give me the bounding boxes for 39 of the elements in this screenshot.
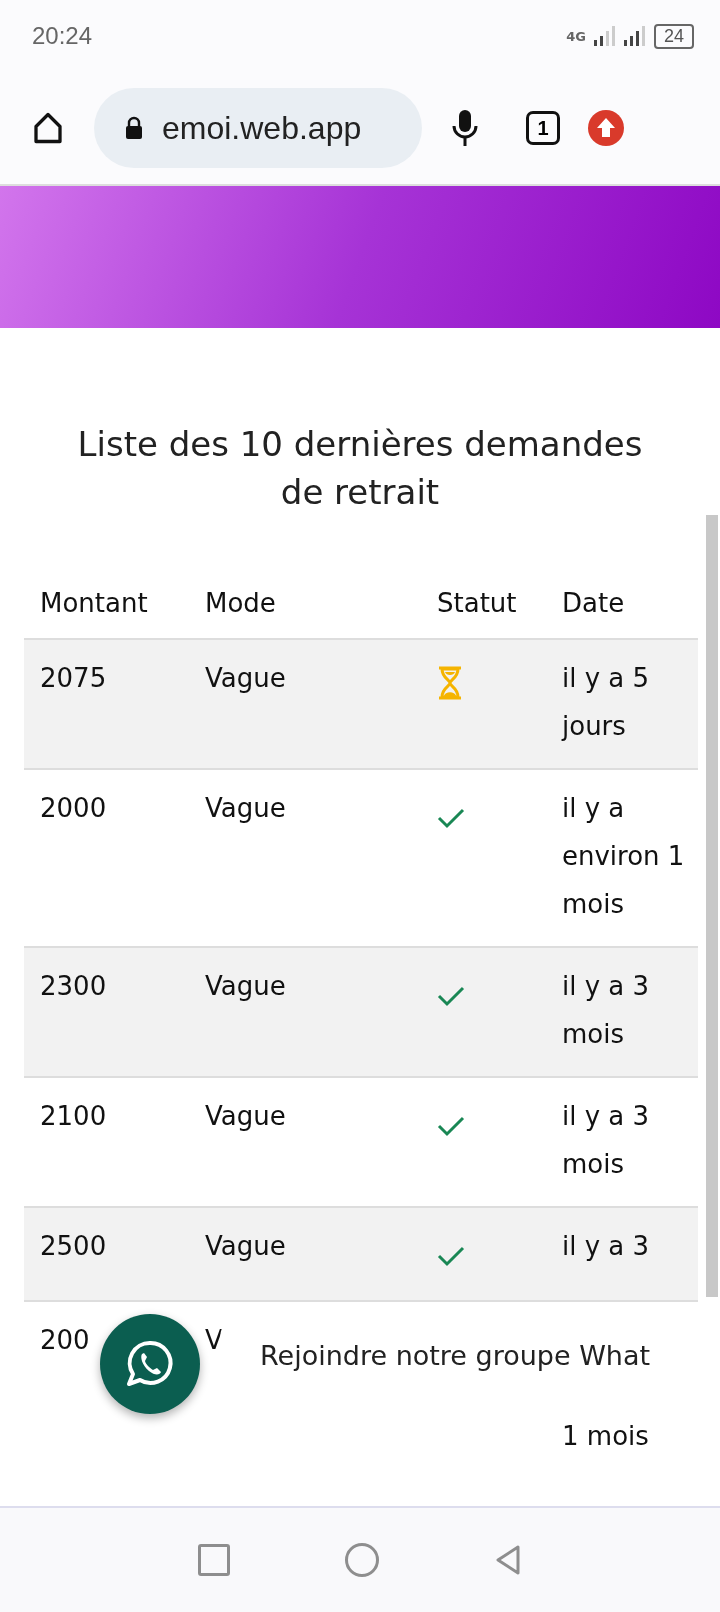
home-button[interactable] (345, 1543, 379, 1577)
table-cell: il y a environ 1 mois (562, 793, 685, 919)
table-cell: V (205, 1325, 223, 1355)
table-cell: Vague (205, 971, 286, 1001)
column-header: Date (546, 576, 698, 639)
table-cell: 2000 (40, 793, 107, 823)
table-cell: 1 mois (562, 1421, 649, 1451)
table-cell: Vague (205, 1231, 286, 1261)
back-icon[interactable] (494, 1544, 523, 1576)
lock-icon (124, 116, 144, 140)
table-cell: il y a 5 jours (562, 663, 650, 741)
microphone-icon[interactable] (450, 108, 480, 148)
recents-icon[interactable] (197, 1544, 230, 1576)
page-title: Liste des 10 dernières demandes de retrait (76, 423, 644, 514)
table-cell: Vague (205, 663, 286, 693)
banner-text: Rejoindre notre groupe What (260, 1339, 651, 1371)
table-cell: 2300 (40, 971, 107, 1001)
signal-icon (593, 26, 616, 46)
column-header: Montant (24, 576, 189, 639)
table-cell: Vague (205, 793, 286, 823)
column-header: Mode (189, 576, 421, 639)
table-cell: 2100 (40, 1101, 107, 1131)
table-cell: 2500 (40, 1231, 107, 1261)
table-cell: il y a 3 (562, 1231, 650, 1261)
column-header: Statut (421, 576, 546, 639)
battery-indicator: 24 (653, 23, 694, 49)
whatsapp-icon (125, 1339, 175, 1389)
signal-icon (623, 26, 646, 46)
address-bar[interactable]: emoi.web.app (94, 88, 422, 168)
table-cell: il y a 3 mois (562, 971, 650, 1049)
table-cell: Vague (205, 1101, 286, 1131)
table-cell: il y a 3 mois (562, 1101, 650, 1179)
tab-count-button[interactable]: 1 (526, 111, 560, 145)
update-icon[interactable] (588, 110, 624, 146)
clock: 20:24 (32, 22, 93, 50)
whatsapp-button[interactable] (100, 1314, 200, 1414)
network-label: 4G (566, 28, 586, 44)
table-cell: 200 (40, 1325, 90, 1355)
table-cell: 2075 (40, 663, 107, 693)
